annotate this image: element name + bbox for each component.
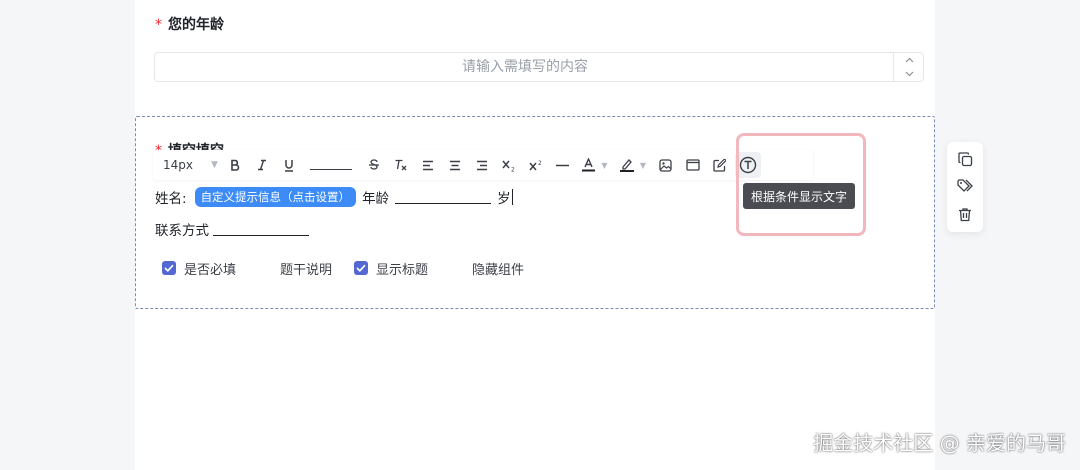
align-right-button[interactable] bbox=[468, 150, 495, 180]
edit-icon bbox=[713, 158, 726, 172]
superscript-icon: 2 bbox=[528, 160, 542, 170]
option-hide-component-label: 隐藏组件 bbox=[472, 262, 525, 278]
chevron-down-icon[interactable] bbox=[894, 67, 924, 81]
blank-fill-line-2[interactable]: 联系方式 bbox=[155, 218, 309, 240]
underline-button[interactable] bbox=[275, 150, 302, 180]
age-suffix: 岁 bbox=[497, 191, 511, 207]
question-action-panel bbox=[947, 142, 983, 232]
copy-icon bbox=[957, 152, 972, 167]
highlighter-icon bbox=[619, 159, 634, 172]
checkbox-unchecked-icon[interactable] bbox=[258, 261, 273, 275]
number-stepper[interactable] bbox=[893, 53, 923, 81]
blank-line-icon bbox=[310, 160, 352, 170]
font-color-icon bbox=[582, 158, 596, 172]
age-blank[interactable] bbox=[395, 190, 492, 204]
svg-text:2: 2 bbox=[538, 160, 542, 167]
italic-button[interactable] bbox=[248, 150, 275, 180]
subscript-button[interactable]: 2 bbox=[495, 150, 522, 180]
bold-button[interactable] bbox=[221, 150, 248, 180]
contact-label: 联系方式 bbox=[155, 223, 209, 239]
superscript-button[interactable]: 2 bbox=[522, 150, 549, 180]
font-size-select[interactable]: 14px ▼ bbox=[153, 150, 221, 180]
horizontal-rule-button[interactable] bbox=[549, 150, 576, 180]
tags-icon bbox=[957, 179, 973, 193]
custom-hint-tag[interactable]: 自定义提示信息（点击设置） bbox=[194, 187, 357, 207]
checkbox-checked-icon[interactable] bbox=[354, 261, 369, 275]
insert-video-button[interactable] bbox=[679, 150, 706, 180]
option-hide-component[interactable]: 隐藏组件 bbox=[450, 259, 524, 278]
caret-down-icon: ▼ bbox=[211, 160, 218, 170]
conditional-text-tooltip: 根据条件显示文字 bbox=[743, 183, 856, 209]
rich-text-toolbar: 14px ▼ 2 2 ▼ ▼ bbox=[153, 150, 813, 180]
svg-text:2: 2 bbox=[511, 166, 515, 172]
chevron-up-icon[interactable] bbox=[894, 53, 924, 67]
image-icon bbox=[659, 158, 672, 172]
caret-down-icon: ▼ bbox=[601, 160, 608, 170]
italic-icon bbox=[257, 159, 266, 171]
insert-image-button[interactable] bbox=[652, 150, 679, 180]
subscript-icon: 2 bbox=[501, 160, 515, 172]
edit-button[interactable] bbox=[706, 150, 733, 180]
horizontal-rule-icon bbox=[556, 164, 569, 166]
align-center-icon bbox=[449, 160, 460, 170]
option-show-title[interactable]: 显示标题 bbox=[354, 259, 428, 278]
trash-icon bbox=[959, 208, 971, 221]
option-show-title-label: 显示标题 bbox=[376, 262, 429, 278]
tags-button[interactable] bbox=[953, 175, 977, 199]
contact-blank[interactable] bbox=[213, 222, 309, 236]
insert-blank-button[interactable] bbox=[302, 150, 360, 180]
font-color-button[interactable]: ▼ bbox=[576, 150, 614, 180]
caret-down-icon: ▼ bbox=[639, 160, 647, 170]
name-label: 姓名: bbox=[155, 191, 187, 207]
align-left-button[interactable] bbox=[414, 150, 441, 180]
question-age-title: 您的年龄 bbox=[168, 17, 224, 33]
copy-button[interactable] bbox=[953, 148, 977, 172]
age-number-input[interactable] bbox=[154, 52, 924, 82]
underline-icon bbox=[284, 159, 293, 172]
question-age-label: * 您的年龄 bbox=[155, 14, 224, 34]
required-asterisk: * bbox=[155, 17, 162, 33]
checkbox-unchecked-icon[interactable] bbox=[450, 261, 465, 275]
strikethrough-button[interactable] bbox=[360, 150, 387, 180]
option-required-label: 是否必填 bbox=[184, 262, 237, 278]
delete-button[interactable] bbox=[953, 202, 977, 226]
bold-icon bbox=[230, 159, 239, 171]
option-description[interactable]: 题干说明 bbox=[258, 259, 332, 278]
option-required[interactable]: 是否必填 bbox=[162, 259, 236, 278]
question-options: 是否必填 题干说明 显示标题 隐藏组件 bbox=[162, 259, 546, 278]
option-description-label: 题干说明 bbox=[280, 262, 333, 278]
strikethrough-icon bbox=[368, 159, 379, 170]
align-left-icon bbox=[422, 160, 433, 170]
clear-format-icon bbox=[395, 159, 407, 171]
font-size-value: 14px bbox=[163, 158, 193, 172]
age-input-field[interactable] bbox=[155, 53, 895, 81]
checkbox-checked-icon[interactable] bbox=[162, 261, 176, 275]
align-center-button[interactable] bbox=[441, 150, 468, 180]
text-cursor bbox=[511, 189, 513, 205]
highlight-color-button[interactable]: ▼ bbox=[614, 150, 652, 180]
blank-fill-line-1[interactable]: 姓名: 自定义提示信息（点击设置） 年龄 岁 bbox=[155, 186, 513, 208]
video-frame-icon bbox=[685, 159, 700, 171]
align-right-icon bbox=[476, 160, 487, 170]
clear-format-button[interactable] bbox=[387, 150, 414, 180]
source-watermark: 掘金技术社区 @ 亲爱的马哥 bbox=[813, 431, 1066, 455]
age-label: 年龄 bbox=[362, 191, 390, 207]
